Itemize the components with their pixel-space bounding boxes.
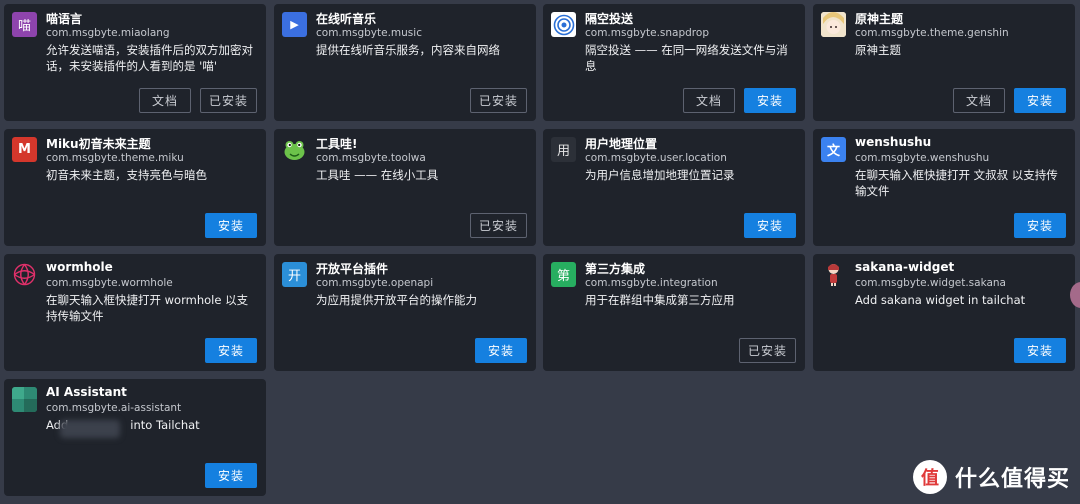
plugin-description: 提供在线听音乐服务，内容来自网络 [316, 43, 500, 57]
plugin-card-miaolang: 喵 喵语言 com.msgbyte.miaolang 允许发送喵语，安装插件后的… [4, 4, 266, 121]
docs-button[interactable]: 文档 [683, 88, 735, 113]
plugin-description-end: into Tailchat [130, 418, 200, 432]
plugin-name: sakana-widget [855, 260, 955, 274]
plugin-card-toolwa: 工具哇! com.msgbyte.toolwa 工具哇 —— 在线小工具 已安装 [274, 129, 536, 246]
plugin-name: 第三方集成 [585, 262, 646, 276]
plugin-card-snapdrop: 隔空投送 com.msgbyte.snapdrop 隔空投送 —— 在同一网络发… [543, 4, 805, 121]
install-button[interactable]: 安装 [1014, 88, 1066, 113]
install-button[interactable]: 安装 [744, 213, 796, 238]
plugin-package: com.msgbyte.music [316, 27, 422, 39]
install-button[interactable]: 安装 [205, 338, 257, 363]
blurred-region [60, 420, 120, 438]
plugin-package: com.msgbyte.widget.sakana [855, 277, 1006, 289]
plugin-name: 在线听音乐 [316, 12, 377, 26]
integration-icon: 第 [551, 262, 576, 287]
install-button[interactable]: 安装 [744, 88, 796, 113]
plugin-description: 允许发送喵语，安装插件后的双方加密对话，未安装插件的人看到的是 '喵' [46, 43, 253, 73]
watermark-logo-icon: 值 [912, 460, 947, 494]
install-button[interactable]: 安装 [1014, 338, 1066, 363]
docs-button[interactable]: 文档 [953, 88, 1005, 113]
plugin-package: com.msgbyte.theme.genshin [855, 27, 1009, 39]
plugin-description: 工具哇 —— 在线小工具 [316, 168, 439, 182]
plugin-card-wenshushu: 文 wenshushu com.msgbyte.wenshushu 在聊天输入框… [813, 129, 1075, 246]
plugin-card-miku: M Miku初音未来主题 com.msgbyte.theme.miku 初音未来… [4, 129, 266, 246]
install-button[interactable]: 安装 [475, 338, 527, 363]
plugin-package: com.msgbyte.user.location [585, 152, 727, 164]
location-icon: 用 [551, 137, 576, 162]
miku-icon: M [12, 137, 37, 162]
plugin-name: 开放平台插件 [316, 262, 389, 276]
plugin-name: AI Assistant [46, 385, 127, 399]
plugin-name: 原神主题 [855, 12, 904, 26]
snapdrop-icon [551, 12, 576, 37]
plugin-name: wormhole [46, 260, 113, 274]
plugin-card-music: ▶ 在线听音乐 com.msgbyte.music 提供在线听音乐服务，内容来自… [274, 4, 536, 121]
plugin-description: 原神主题 [855, 43, 901, 57]
plugin-package: com.msgbyte.wormhole [46, 277, 173, 289]
plugin-package: com.msgbyte.ai-assistant [46, 402, 182, 414]
plugin-description: 为用户信息增加地理位置记录 [585, 168, 735, 182]
music-play-icon: ▶ [282, 12, 307, 37]
plugin-description: Add sakana widget in tailchat [855, 293, 1026, 307]
sakana-icon [821, 262, 846, 287]
plugin-name: wenshushu [855, 135, 932, 149]
plugin-description: 用于在群组中集成第三方应用 [585, 293, 735, 307]
plugin-card-ai-assistant: AI Assistant com.msgbyte.ai-assistant Ad… [4, 379, 266, 496]
miaolang-icon: 喵 [12, 12, 37, 37]
plugin-name: Miku初音未来主题 [46, 137, 151, 151]
plugin-description: 在聊天输入框快捷打开 文叔叔 以支持传输文件 [855, 168, 1058, 198]
plugin-card-integration: 第 第三方集成 com.msgbyte.integration 用于在群组中集成… [543, 254, 805, 371]
openapi-icon: 开 [282, 262, 307, 287]
plugin-description: 在聊天输入框快捷打开 wormhole 以支持传输文件 [46, 293, 249, 323]
installed-button[interactable]: 已安装 [199, 88, 257, 113]
install-button[interactable]: 安装 [1014, 213, 1066, 238]
plugin-description: 隔空投送 —— 在同一网络发送文件与消息 [585, 43, 788, 73]
installed-button[interactable]: 已安装 [469, 213, 527, 238]
install-button[interactable]: 安装 [205, 463, 257, 488]
wenshushu-icon: 文 [821, 137, 846, 162]
plugin-description: 为应用提供开放平台的操作能力 [316, 293, 477, 307]
plugin-package: com.msgbyte.miaolang [46, 27, 170, 39]
plugin-description: 初音未来主题，支持亮色与暗色 [46, 168, 207, 182]
genshin-avatar-icon [821, 12, 846, 37]
plugin-package: com.msgbyte.snapdrop [585, 27, 709, 39]
plugin-name: 工具哇! [316, 137, 358, 151]
plugin-card-wormhole: wormhole com.msgbyte.wormhole 在聊天输入框快捷打开… [4, 254, 266, 371]
plugin-package: com.msgbyte.theme.miku [46, 152, 184, 164]
plugin-card-openapi: 开 开放平台插件 com.msgbyte.openapi 为应用提供开放平台的操… [274, 254, 536, 371]
installed-button[interactable]: 已安装 [738, 338, 796, 363]
plugin-grid: 喵 喵语言 com.msgbyte.miaolang 允许发送喵语，安装插件后的… [0, 0, 1080, 504]
plugin-card-genshin: 原神主题 com.msgbyte.theme.genshin 原神主题 文档 安… [813, 4, 1075, 121]
ai-assistant-icon [12, 387, 37, 412]
plugin-package: com.msgbyte.openapi [316, 277, 434, 289]
plugin-package: com.msgbyte.toolwa [316, 152, 426, 164]
watermark-text: 什么值得买 [954, 467, 1070, 492]
plugin-name: 隔空投送 [585, 12, 634, 26]
plugin-package: com.msgbyte.integration [585, 277, 718, 289]
frog-icon [282, 137, 307, 162]
plugin-card-sakana: sakana-widget com.msgbyte.widget.sakana … [813, 254, 1075, 371]
docs-button[interactable]: 文档 [138, 88, 191, 113]
installed-button[interactable]: 已安装 [469, 88, 527, 113]
plugin-package: com.msgbyte.wenshushu [855, 152, 990, 164]
plugin-card-location: 用 用户地理位置 com.msgbyte.user.location 为用户信息… [543, 129, 805, 246]
watermark: 值 什么值得买 [912, 460, 1070, 494]
plugin-name: 用户地理位置 [585, 137, 658, 151]
install-button[interactable]: 安装 [205, 213, 257, 238]
wormhole-icon [12, 262, 37, 287]
plugin-name: 喵语言 [46, 12, 83, 26]
